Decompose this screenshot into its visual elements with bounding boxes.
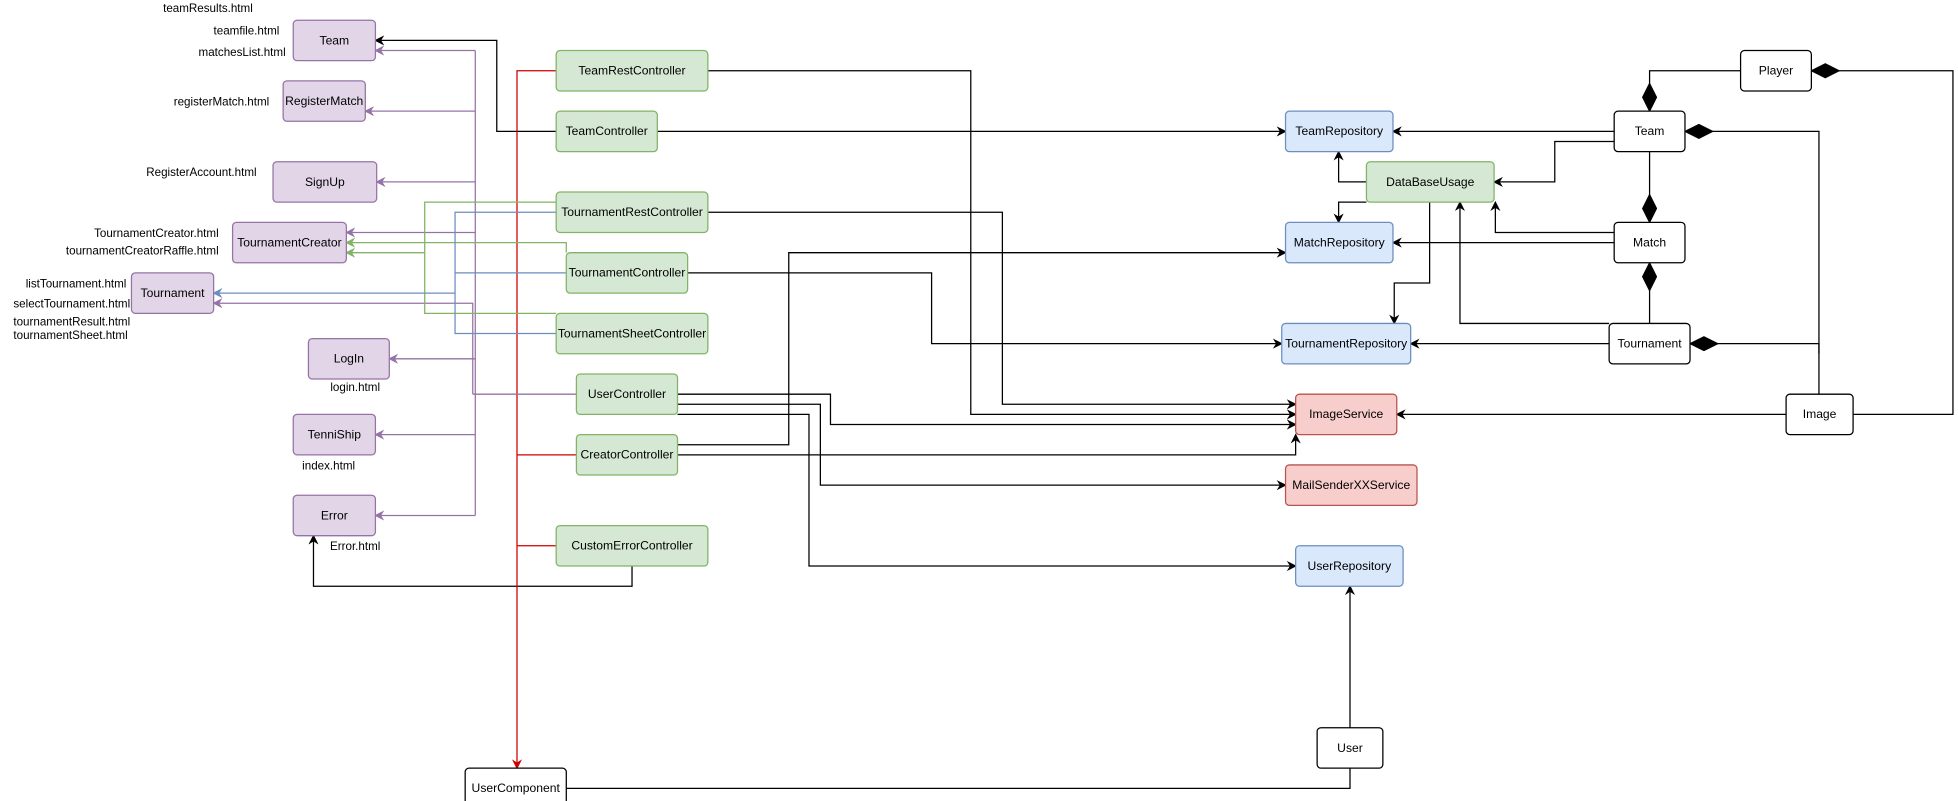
tournament-rest-controller-label: TournamentRestController [561,205,703,219]
edge-user-component-to-user [566,768,1351,789]
user-controller[interactable]: UserController [575,373,679,416]
file-label-select-tournament: selectTournament.html [13,298,130,311]
edge-entity-tournament-to-database-usage [1454,200,1610,325]
team-repository-label: TeamRepository [1295,124,1384,138]
entity-team[interactable]: Team [1613,110,1686,153]
tournament-rest-controller[interactable]: TournamentRestController [555,191,709,234]
view-signup[interactable]: SignUp [272,161,378,203]
architecture-diagram: TeamRegisterMatchSignUpTournamentCreator… [13,2,1954,801]
view-team[interactable]: Team [292,19,377,62]
edge-database-usage-to-team-repository [1333,150,1367,183]
tournament-controller[interactable]: TournamentController [565,252,689,294]
view-login[interactable]: LogIn [307,337,390,380]
custom-error-controller[interactable]: CustomErrorController [555,524,709,567]
entity-match-label: Match [1633,235,1666,249]
edge-entity-match-to-database-usage [1490,200,1615,234]
database-usage[interactable]: DataBaseUsage [1365,161,1495,203]
user-controller-label: UserController [588,387,666,401]
entity-match[interactable]: Match [1613,221,1686,264]
edge-image-player-composition [1810,63,1954,416]
team-rest-controller-label: TeamRestController [578,64,685,78]
view-register-match[interactable]: RegisterMatch [282,80,366,122]
mail-sender-service[interactable]: MailSenderXXService [1284,464,1418,506]
file-label-team-results: teamResults.html [163,2,253,15]
file-label-list-tournament: listTournament.html [26,277,127,290]
edge-user-controller-to-image-service [677,393,1297,430]
edge-creator-to-match-repository [677,247,1287,446]
view-tenniship-label: TenniShip [308,427,362,441]
team-repository[interactable]: TeamRepository [1284,110,1394,153]
file-label-tournament-sheet: tournamentSheet.html [13,329,127,342]
file-label-tournament-result: tournamentResult.html [13,315,130,328]
user-repository-label: UserRepository [1308,559,1393,573]
file-label-index: index.html [302,459,355,472]
tournament-repository-label: TournamentRepository [1285,336,1408,350]
file-label-register-match: registerMatch.html [174,95,270,108]
image-service[interactable]: ImageService [1295,393,1398,436]
tournament-repository[interactable]: TournamentRepository [1281,322,1412,365]
edge-tournament-controller-to-tournament-creator [345,237,567,253]
edge-image-team-composition [1683,123,1820,395]
team-controller[interactable]: TeamController [555,110,658,153]
match-repository-label: MatchRepository [1294,235,1386,249]
edge-controllers-to-user-component [511,70,557,770]
file-label-register-account: RegisterAccount.html [146,166,256,179]
custom-error-controller-label: CustomErrorController [571,539,692,553]
user-component-label: UserComponent [472,781,561,795]
view-tournament-creator[interactable]: TournamentCreator [231,221,347,264]
creator-controller[interactable]: CreatorController [575,433,679,476]
view-tournament[interactable]: Tournament [130,272,215,314]
match-repository[interactable]: MatchRepository [1284,221,1394,264]
file-label-login: login.html [330,381,380,394]
entity-tournament-label: Tournament [1618,336,1683,350]
entity-image[interactable]: Image [1785,393,1854,436]
file-label-error: Error.html [330,540,380,553]
entity-image-label: Image [1803,407,1837,421]
edge-entity-team-to-database-usage [1492,140,1615,187]
view-error[interactable]: Error [292,494,377,537]
view-tournament-creator-label: TournamentCreator [237,235,341,249]
edge-database-usage-to-tournament-repository [1389,202,1431,325]
mail-sender-service-label: MailSenderXXService [1292,478,1410,492]
tournament-controller-label: TournamentController [569,266,686,280]
view-register-match-label: RegisterMatch [285,94,363,108]
view-error-label: Error [321,508,348,522]
edge-user-controller-to-user-repository [677,413,1297,572]
view-team-label: Team [320,33,350,47]
view-signup-label: SignUp [305,175,345,189]
view-tournament-label: Tournament [141,286,206,300]
edge-tournament-rest-green [424,201,557,314]
edge-player-team-composition [1641,70,1741,113]
file-label-tournament-creator-raffle: tournamentCreatorRaffle.html [66,245,219,258]
entity-player-label: Player [1759,64,1793,78]
edge-database-usage-to-match-repository [1333,201,1367,224]
team-rest-controller[interactable]: TeamRestController [555,49,709,92]
view-tenniship[interactable]: TenniShip [292,413,377,456]
edge-tournament-controller-to-tournament-repository [687,272,1284,349]
entity-player[interactable]: Player [1739,49,1813,92]
nodes: TeamRegisterMatchSignUpTournamentCreator… [130,19,1854,801]
view-login-label: LogIn [334,352,364,366]
tournament-sheet-controller[interactable]: TournamentSheetController [555,312,709,355]
edge-image-tournament-composition [1688,336,1820,354]
team-controller-label: TeamController [566,124,648,138]
creator-controller-label: CreatorController [580,448,673,462]
user-component[interactable]: UserComponent [464,767,567,801]
entity-user[interactable]: User [1316,727,1384,769]
file-label-teamfile: teamfile.html [214,25,280,38]
file-label-matches-list: matchesList.html [199,46,286,59]
entity-team-label: Team [1635,124,1665,138]
user-repository[interactable]: UserRepository [1295,545,1404,587]
entity-user-label: User [1337,741,1363,755]
database-usage-label: DataBaseUsage [1386,175,1475,189]
tournament-sheet-controller-label: TournamentSheetController [558,326,706,340]
edge-team-controller-to-team-view [374,35,557,133]
image-service-label: ImageService [1309,407,1383,421]
edge-tournament-rest-to-image-service [707,211,1297,410]
file-label-tournament-creator: TournamentCreator.html [94,227,219,240]
entity-tournament[interactable]: Tournament [1608,322,1691,365]
connections [212,35,1954,789]
